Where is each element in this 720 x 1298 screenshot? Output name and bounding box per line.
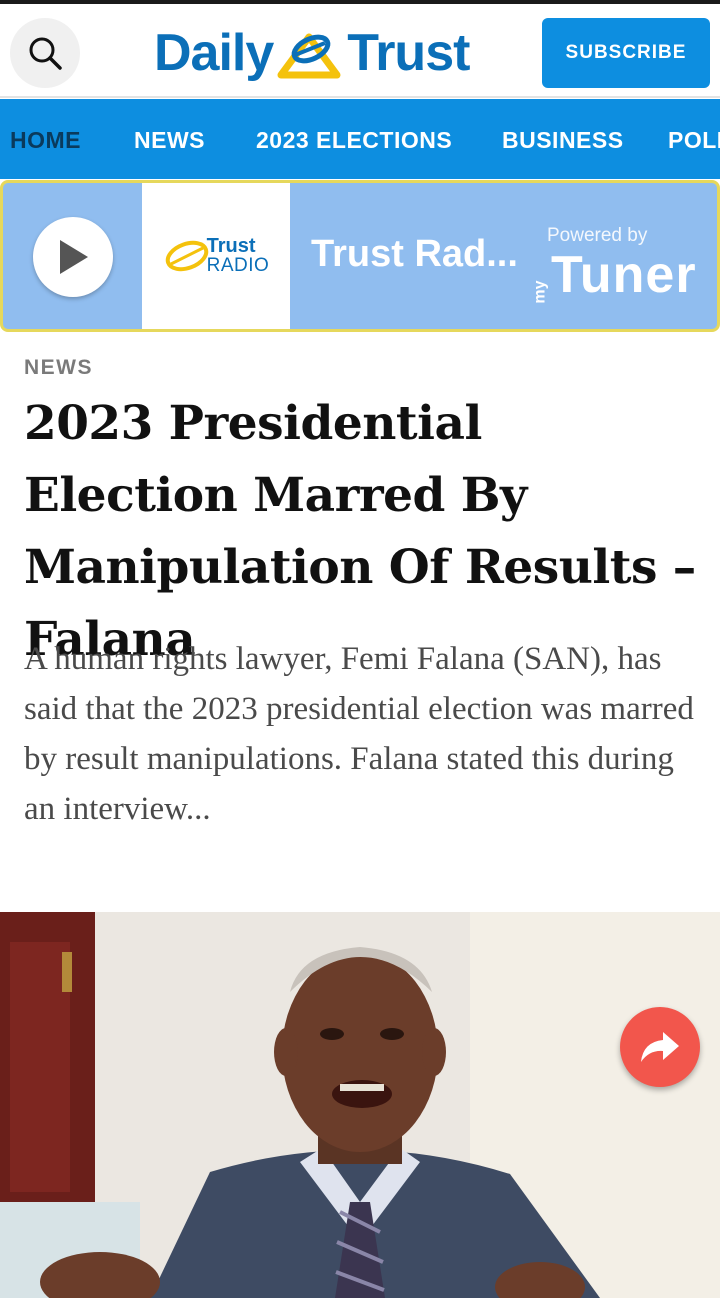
nav-item-home[interactable]: HOME [10, 99, 81, 179]
trust-radio-emblem-icon [165, 240, 208, 272]
share-button[interactable] [620, 1007, 700, 1087]
search-button[interactable] [10, 18, 80, 88]
share-icon [641, 1032, 679, 1062]
site-header: Daily Trust SUBSCRIBE [0, 4, 720, 98]
article-image [0, 912, 720, 1298]
play-icon [60, 240, 88, 274]
daily-trust-logo[interactable]: Daily Trust [154, 18, 530, 88]
nav-item-news[interactable]: NEWS [134, 99, 205, 179]
logo-word-daily: Daily [154, 24, 274, 82]
nav-item-business[interactable]: BUSINESS [502, 99, 624, 179]
logo-emblem-icon [277, 33, 341, 79]
trust-radio-logo-line2: RADIO [206, 255, 270, 276]
article-category[interactable]: NEWS [24, 356, 93, 380]
trust-radio-logo: Trust RADIO [142, 183, 290, 329]
nav-item-politics[interactable]: POLI [668, 99, 720, 179]
nav-item-2023-elections[interactable]: 2023 ELECTIONS [256, 99, 452, 179]
trust-radio-logo-line1: Trust [206, 235, 256, 257]
play-button[interactable] [33, 217, 113, 297]
main-nav: HOME NEWS 2023 ELECTIONS BUSINESS POLI [0, 99, 720, 179]
article-excerpt: A human rights lawyer, Femi Falana (SAN)… [24, 641, 694, 827]
article-headline[interactable]: 2023 Presidential Election Marred By Man… [24, 388, 700, 676]
powered-by-label: Powered by [547, 225, 648, 246]
header-divider [0, 96, 720, 98]
radio-player: Trust RADIO Trust Rad... Powered by my T… [0, 180, 720, 332]
article-photo-illustration [0, 912, 720, 1298]
logo-word-trust: Trust [347, 24, 470, 82]
radio-station-title[interactable]: Trust Rad... [311, 233, 518, 276]
provider-prefix: my [531, 280, 549, 304]
search-icon [29, 37, 62, 70]
mytuner-logo[interactable]: Tuner [551, 245, 697, 305]
subscribe-button[interactable]: SUBSCRIBE [542, 18, 710, 88]
